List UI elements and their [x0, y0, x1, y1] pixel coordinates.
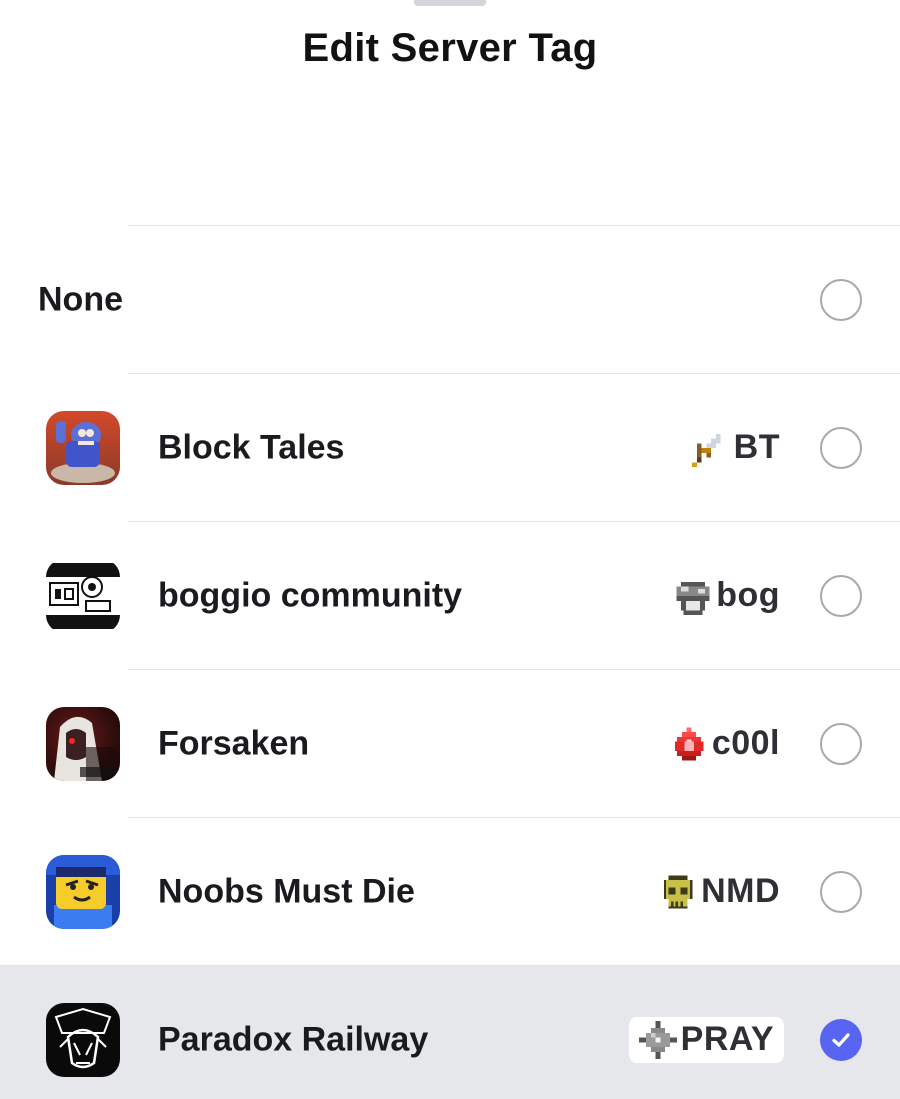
server-tag: NMD [655, 869, 784, 915]
server-tag-list: None Block Tales BT boggio community bog… [0, 225, 900, 1099]
server-radio[interactable] [820, 722, 862, 765]
forsaken-avatar [46, 706, 120, 781]
paradox-avatar [46, 1002, 120, 1077]
server-row-forsaken[interactable]: Forsaken c00l [0, 669, 900, 817]
noobs-avatar [46, 854, 120, 929]
server-name: Paradox Railway [158, 1020, 429, 1058]
server-name: Noobs Must Die [158, 872, 415, 910]
server-name: Forsaken [158, 724, 310, 762]
boggio-avatar [46, 558, 120, 633]
shuriken-icon [638, 1020, 677, 1059]
server-tag-text: PRAY [680, 1020, 774, 1058]
server-row-noobs-must-die[interactable]: Noobs Must Die NMD [0, 817, 900, 965]
server-radio-checked[interactable] [820, 1018, 862, 1061]
server-name: boggio community [158, 576, 463, 614]
mushroom-icon [676, 581, 710, 615]
server-row-boggio-community[interactable]: boggio community bog [0, 521, 900, 669]
sword-icon [691, 433, 725, 467]
server-radio[interactable] [820, 870, 862, 913]
server-tag-text: c00l [711, 724, 780, 762]
drag-handle[interactable] [414, 0, 486, 6]
option-none-label: None [38, 280, 123, 318]
checkmark-icon [832, 1032, 850, 1047]
edit-server-tag-sheet: Edit Server Tag None Block Tales BT bogg… [0, 0, 900, 1099]
server-tag: bog [670, 573, 784, 619]
server-tag-text: NMD [701, 872, 780, 910]
server-tag: PRAY [628, 1016, 784, 1063]
server-radio[interactable] [820, 426, 862, 469]
server-tag-text: BT [733, 428, 780, 466]
option-none[interactable]: None [0, 225, 900, 373]
server-tag: c00l [666, 721, 784, 767]
skull-icon [663, 874, 693, 909]
server-row-block-tales[interactable]: Block Tales BT [0, 373, 900, 521]
flame-icon [674, 726, 704, 761]
option-none-radio[interactable] [820, 278, 862, 321]
server-tag-text: bog [716, 576, 780, 614]
server-tag: BT [688, 425, 784, 471]
server-name: Block Tales [158, 428, 345, 466]
page-title: Edit Server Tag [302, 26, 598, 70]
server-radio[interactable] [820, 574, 862, 617]
server-row-paradox-railway[interactable]: Paradox Railway PRAY [0, 965, 900, 1099]
block-tales-avatar [46, 410, 120, 485]
